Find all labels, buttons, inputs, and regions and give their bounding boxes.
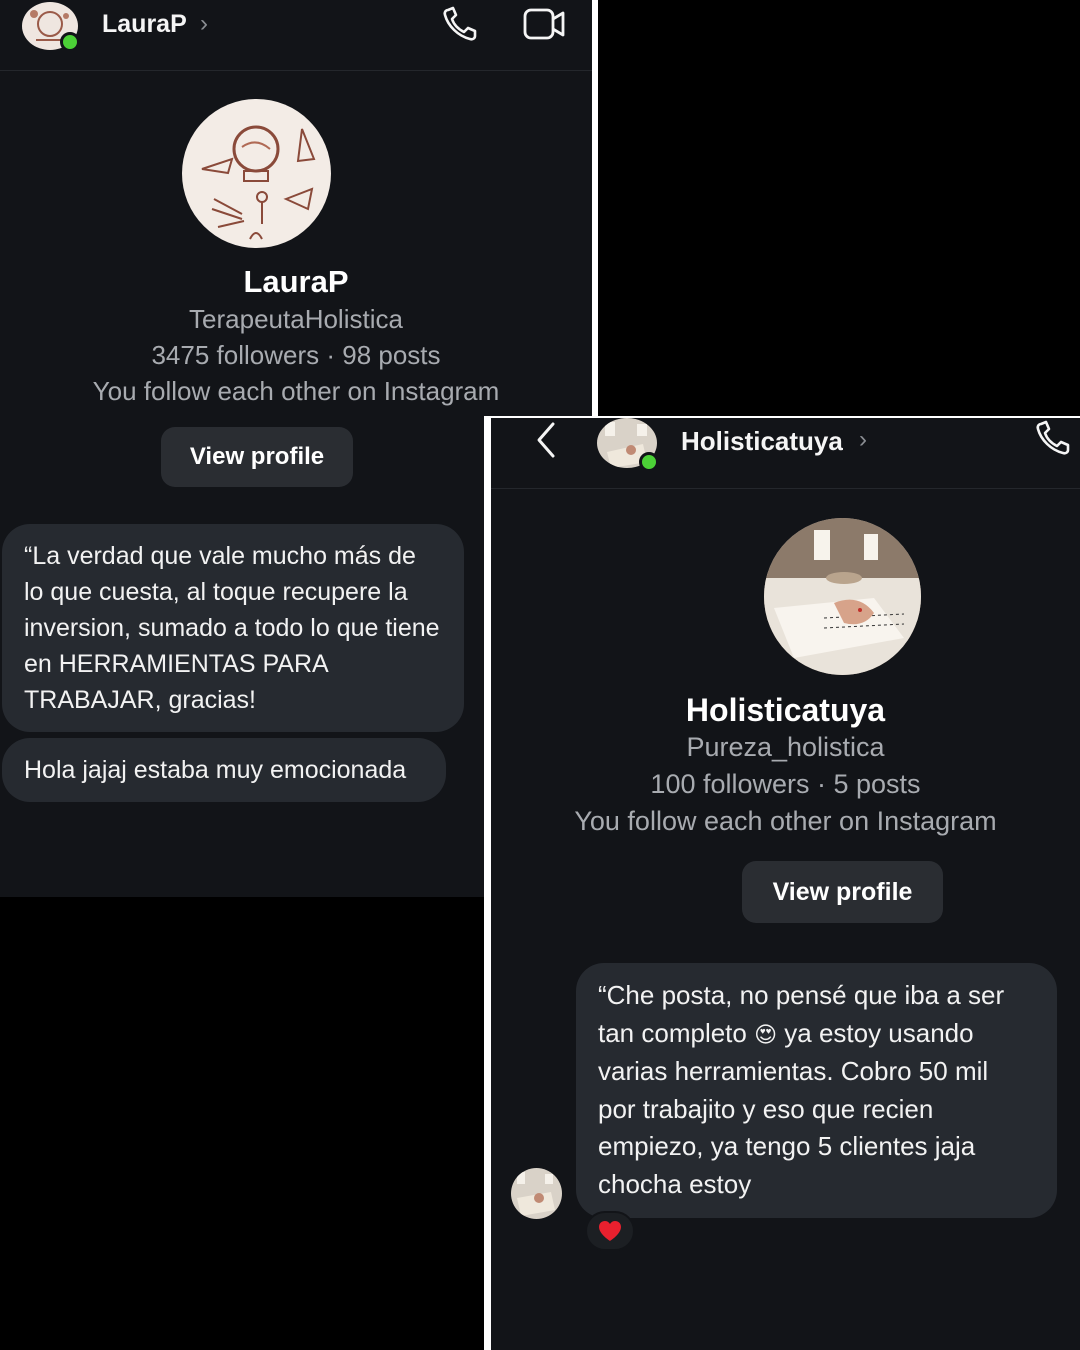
- message-line: por trabajito y eso que recien: [598, 1093, 934, 1124]
- profile-stats: 3475 followers · 98 posts: [151, 340, 441, 370]
- message-line: empiezo, ya tengo 5 clientes jaja: [598, 1131, 976, 1161]
- view-profile-button[interactable]: View profile: [742, 861, 943, 923]
- message-line: tan completo 😍 ya estoy usando: [598, 1017, 974, 1048]
- profile-avatar[interactable]: [182, 99, 331, 248]
- message-line: varias herramientas. Cobro 50 mil: [598, 1056, 989, 1086]
- back-arrow-icon[interactable]: [533, 420, 561, 460]
- header-avatar[interactable]: [597, 418, 659, 472]
- heart-icon: [599, 1221, 621, 1241]
- online-status-dot: [60, 32, 80, 52]
- panel-divider: [484, 416, 491, 1350]
- profile-name: Holisticatuya: [685, 692, 886, 728]
- panel-divider: [592, 0, 598, 418]
- profile-username: Pureza_holistica: [686, 732, 885, 762]
- header-name[interactable]: Holisticatuya: [681, 426, 843, 457]
- chevron-right-icon[interactable]: ›: [200, 10, 208, 38]
- message-bubble[interactable]: Hola jajaj estaba muy emocionada: [2, 738, 446, 802]
- chat-header: LauraP ›: [0, 0, 592, 71]
- video-camera-icon[interactable]: [522, 6, 566, 42]
- phone-icon[interactable]: [1035, 420, 1077, 458]
- header-avatar[interactable]: [22, 2, 80, 52]
- message-line: chocha estoy: [598, 1168, 752, 1199]
- profile-relation: You follow each other on Instagram: [92, 376, 500, 406]
- message-line: “Che posta, no pensé que iba a ser: [598, 980, 1005, 1010]
- profile-name: LauraP: [243, 264, 349, 299]
- phone-icon[interactable]: [442, 6, 482, 42]
- heart-eyes-emoji: 😍: [754, 1021, 778, 1047]
- chat-panel-holisticatuya: Holisticatuya › Holisticatuya Pureza_hol…: [491, 418, 1080, 1350]
- header-name[interactable]: LauraP: [102, 10, 187, 39]
- chevron-right-icon[interactable]: ›: [859, 426, 867, 454]
- view-profile-button[interactable]: View profile: [161, 427, 353, 487]
- sender-avatar[interactable]: [511, 1168, 562, 1219]
- chat-header: Holisticatuya ›: [491, 418, 1080, 489]
- message-bubble[interactable]: “Che posta, no pensé que iba a ser tan c…: [576, 963, 1057, 1218]
- profile-stats: 100 followers · 5 posts: [650, 769, 921, 799]
- message-bubble[interactable]: “La verdad que vale mucho más de lo que …: [2, 524, 464, 732]
- profile-username: TerapeutaHolistica: [189, 304, 403, 334]
- online-status-dot: [639, 452, 659, 472]
- profile-relation: You follow each other on Instagram: [574, 806, 997, 836]
- heart-reaction[interactable]: [585, 1211, 635, 1251]
- profile-avatar[interactable]: [764, 518, 921, 675]
